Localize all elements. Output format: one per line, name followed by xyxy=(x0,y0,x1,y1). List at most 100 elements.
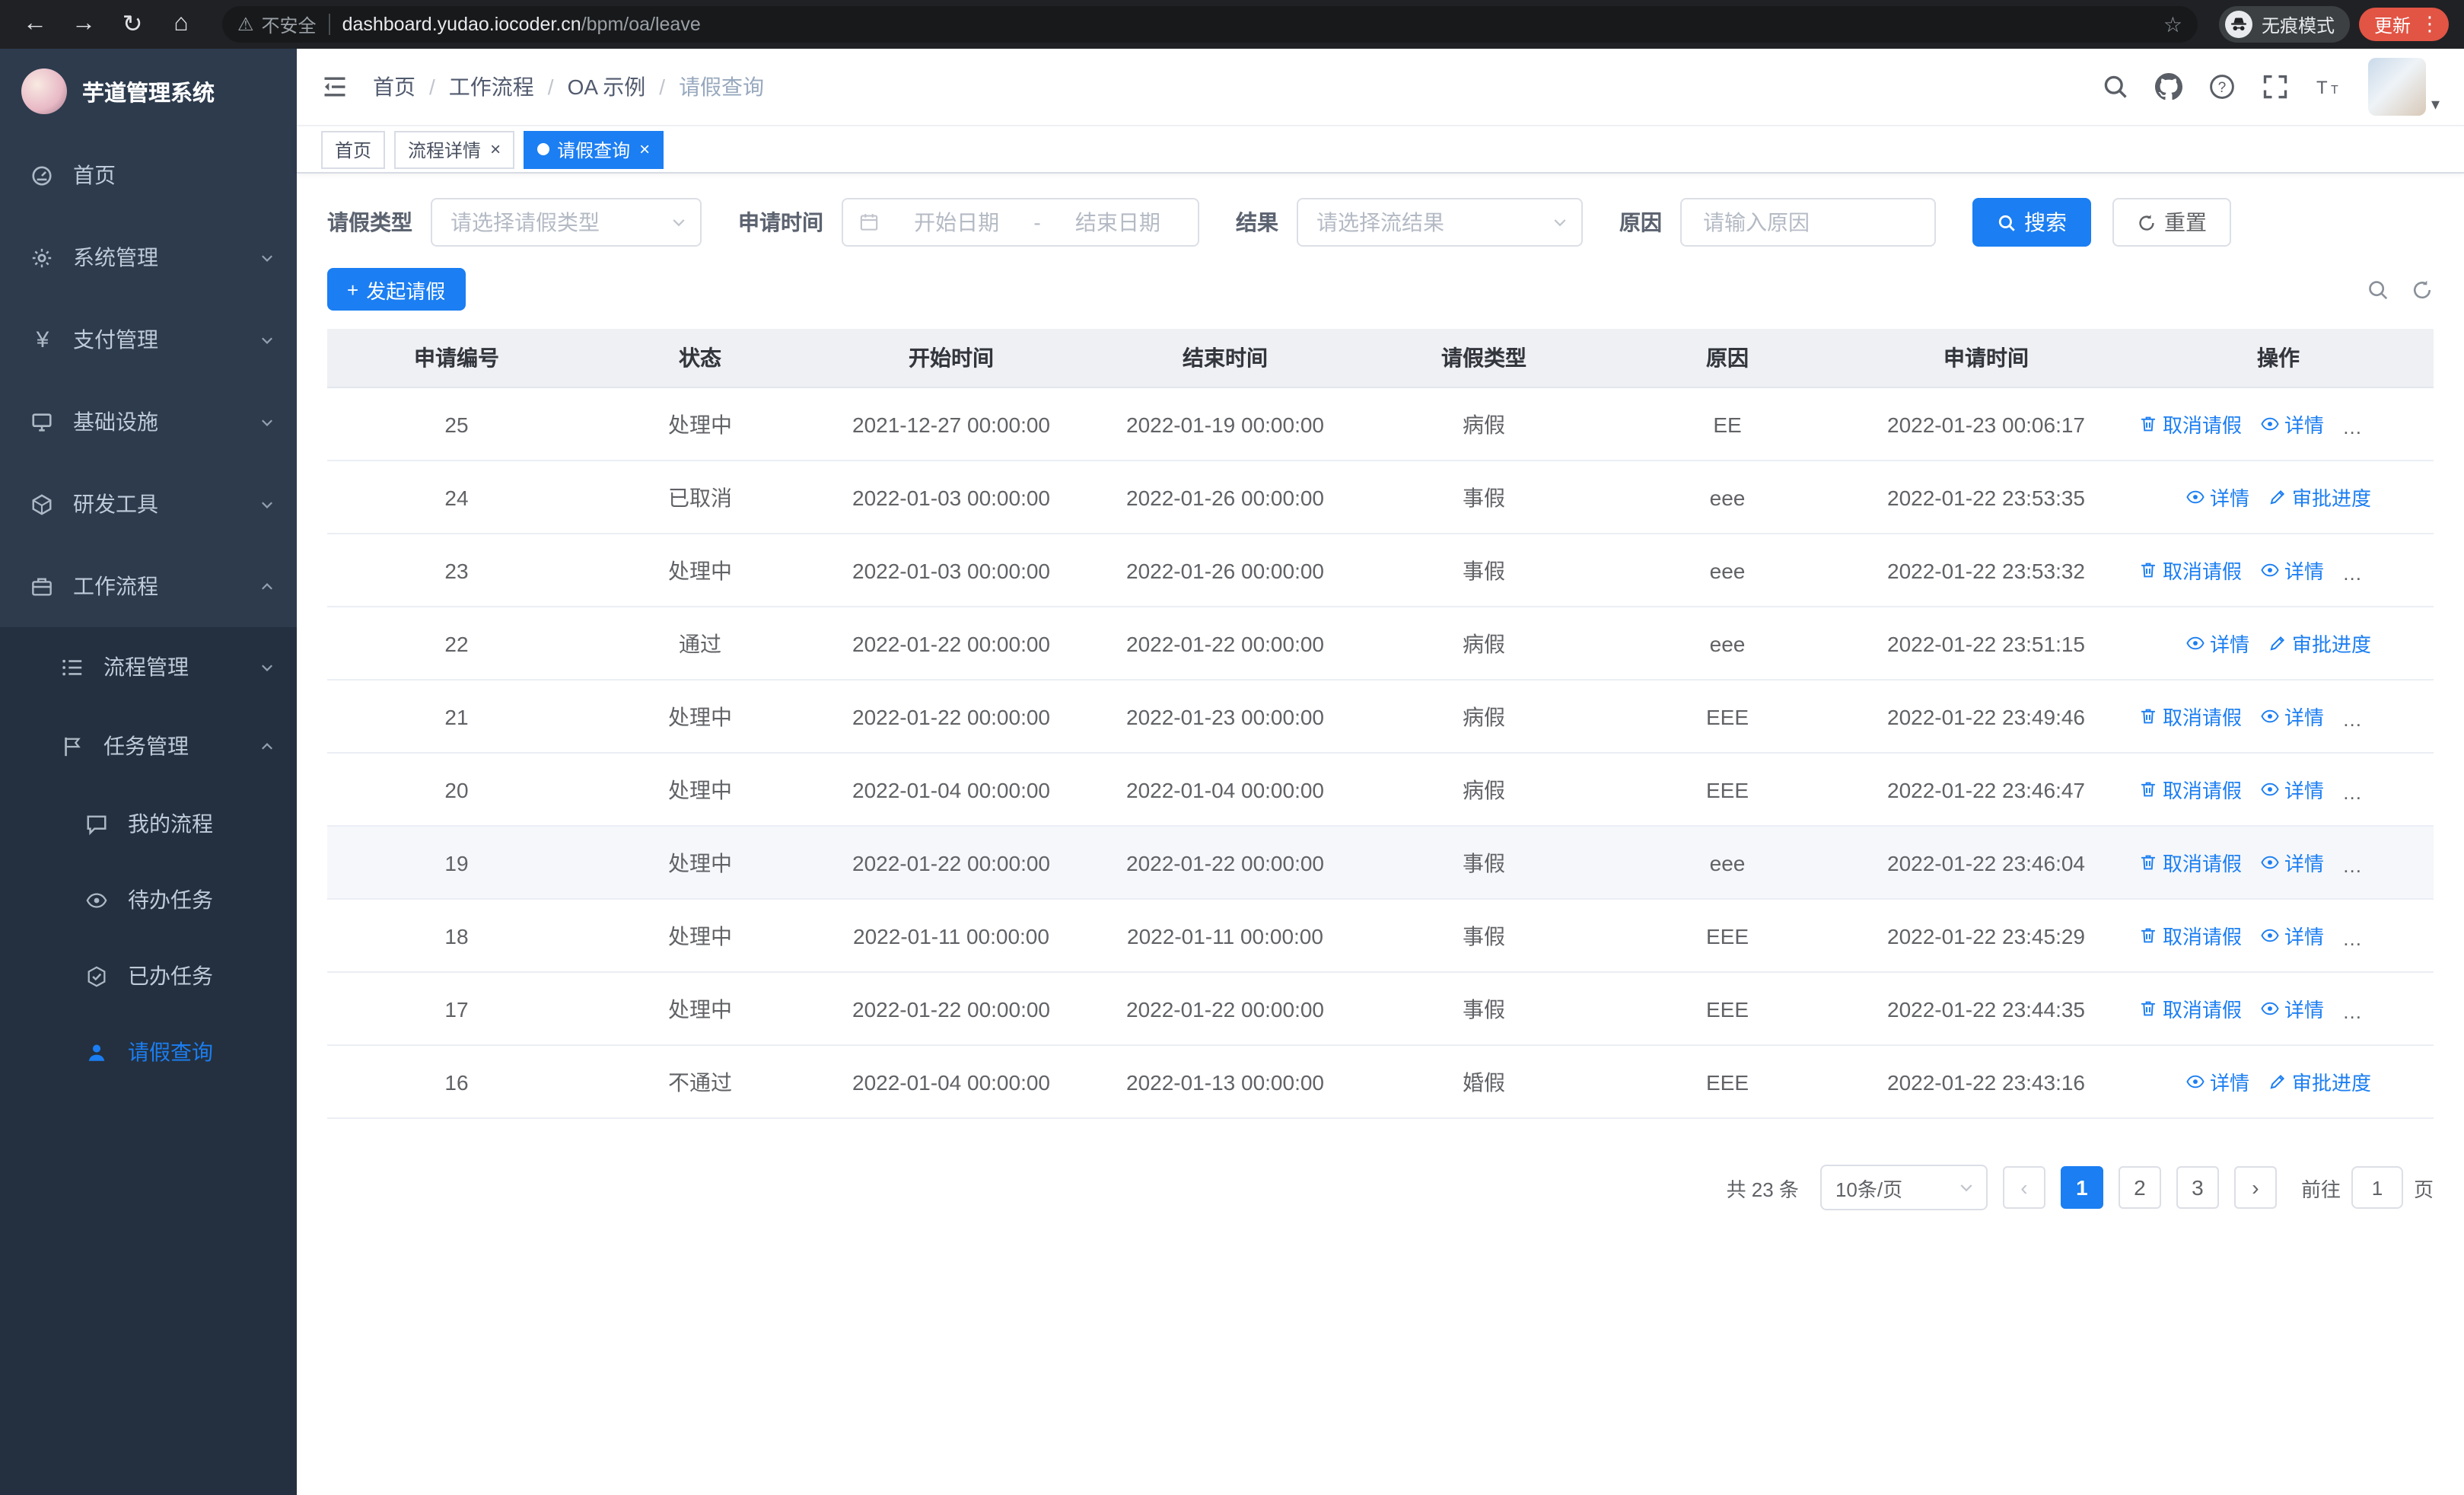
sidebar-item-system[interactable]: 系统管理 xyxy=(0,216,297,298)
sidebar-toggle-icon[interactable] xyxy=(321,73,349,100)
detail-link[interactable]: 详情 xyxy=(2260,848,2324,877)
user-icon xyxy=(85,1041,110,1063)
reason-input-wrap xyxy=(1680,198,1936,247)
result-select[interactable]: 请选择流结果 xyxy=(1297,198,1583,247)
sidebar-item-my-process[interactable]: 我的流程 xyxy=(0,786,297,862)
prev-page-button[interactable]: ‹ xyxy=(2002,1166,2045,1209)
sidebar-item-process-management[interactable]: 流程管理 xyxy=(0,627,297,706)
sidebar-item-dev-tools[interactable]: 研发工具 xyxy=(0,463,297,545)
detail-link[interactable]: 详情 xyxy=(2260,775,2324,804)
detail-link[interactable]: 详情 xyxy=(2185,483,2249,512)
chevron-down-icon xyxy=(1523,213,1569,231)
create-leave-button[interactable]: + 发起请假 xyxy=(327,268,466,311)
close-icon[interactable]: × xyxy=(490,140,501,158)
page-button-2[interactable]: 2 xyxy=(2118,1166,2161,1209)
list-icon xyxy=(61,655,85,678)
check-box-icon xyxy=(85,964,110,987)
user-menu[interactable]: ▾ xyxy=(2368,58,2440,116)
col-reason: 原因 xyxy=(1606,329,1849,388)
cancel-leave-link[interactable]: 取消请假 xyxy=(2138,410,2242,438)
page-content: 请假类型 请选择请假类型 申请时间 开始日期 - 结束日期 结果 请选择流结果 … xyxy=(297,174,2464,1495)
gear-icon xyxy=(30,246,55,269)
help-icon[interactable]: ? xyxy=(2209,73,2236,100)
back-icon[interactable]: ← xyxy=(15,5,55,44)
table-row: 18 处理中 2022-01-11 00:00:00 2022-01-11 00:00… xyxy=(327,899,2434,973)
reload-icon[interactable]: ↻ xyxy=(113,5,152,44)
detail-link[interactable]: 详情 xyxy=(2260,702,2324,731)
active-dot xyxy=(537,143,550,155)
cancel-leave-link[interactable]: 取消请假 xyxy=(2138,702,2242,731)
address-bar[interactable]: ⚠ 不安全 dashboard.yudao.iocoder.cn/bpm/oa/… xyxy=(222,6,2198,43)
sidebar-item-home[interactable]: 首页 xyxy=(0,134,297,216)
approval-progress-link[interactable]: 审批进度 xyxy=(2268,483,2371,512)
sidebar-item-infrastructure[interactable]: 基础设施 xyxy=(0,381,297,463)
chevron-down-icon xyxy=(642,213,688,231)
chevron-down-icon xyxy=(259,658,275,675)
detail-link[interactable]: 详情 xyxy=(2260,921,2324,950)
tab-process-detail[interactable]: 流程详情 × xyxy=(394,130,515,168)
close-icon[interactable]: × xyxy=(639,140,650,158)
detail-link[interactable]: 详情 xyxy=(2260,410,2324,438)
main-area: 首页 / 工作流程 / OA 示例 / 请假查询 ? TT ▾ 首页 流程详情 … xyxy=(297,49,2464,1495)
github-icon[interactable] xyxy=(2155,73,2183,100)
search-button[interactable]: 搜索 xyxy=(1972,198,2091,247)
security-label[interactable]: 不安全 xyxy=(262,11,317,37)
search-toggle-icon[interactable] xyxy=(2367,278,2389,301)
detail-link[interactable]: 详情 xyxy=(2185,629,2249,658)
browser-update-button[interactable]: 更新 ⋮ xyxy=(2358,8,2449,41)
cancel-leave-link[interactable]: 取消请假 xyxy=(2138,921,2242,950)
font-size-icon[interactable]: TT xyxy=(2316,73,2343,100)
leave-type-select[interactable]: 请选择请假类型 xyxy=(431,198,702,247)
breadcrumb: 首页 / 工作流程 / OA 示例 / 请假查询 xyxy=(373,72,764,102)
sidebar-item-task-management[interactable]: 任务管理 xyxy=(0,706,297,786)
date-range-picker[interactable]: 开始日期 - 结束日期 xyxy=(842,198,1199,247)
cancel-leave-link[interactable]: 取消请假 xyxy=(2138,994,2242,1023)
calendar-icon xyxy=(858,212,880,233)
search-icon[interactable] xyxy=(2103,73,2130,100)
breadcrumb-workflow[interactable]: 工作流程 xyxy=(449,72,534,102)
sidebar-item-leave-query[interactable]: 请假查询 xyxy=(0,1014,297,1090)
cancel-leave-link[interactable]: 取消请假 xyxy=(2138,775,2242,804)
approval-progress-link[interactable]: 审批进度 xyxy=(2268,1067,2371,1096)
reason-input[interactable] xyxy=(1700,209,1916,236)
sidebar-item-workflow[interactable]: 工作流程 xyxy=(0,545,297,627)
tabs-bar: 首页 流程详情 × 请假查询 × xyxy=(297,126,2464,174)
forward-icon[interactable]: → xyxy=(64,5,103,44)
leave-type-label: 请假类型 xyxy=(327,210,412,234)
cancel-leave-link[interactable]: 取消请假 xyxy=(2138,848,2242,877)
pagination: 共 23 条 10条/页 ‹ 1 2 3 › 前往 页 xyxy=(327,1165,2434,1210)
cancel-leave-link[interactable]: 取消请假 xyxy=(2138,556,2242,585)
refresh-icon[interactable] xyxy=(2411,278,2434,301)
avatar[interactable] xyxy=(2368,58,2427,116)
col-actions: 操作 xyxy=(2123,329,2434,388)
tab-home[interactable]: 首页 xyxy=(321,130,386,168)
sidebar-item-payment[interactable]: ¥ 支付管理 xyxy=(0,298,297,381)
approval-progress-link[interactable]: 审批进度 xyxy=(2268,629,2371,658)
breadcrumb-oa-example[interactable]: OA 示例 xyxy=(568,72,646,102)
reset-button[interactable]: 重置 xyxy=(2112,198,2231,247)
home-icon[interactable]: ⌂ xyxy=(161,5,201,44)
detail-link[interactable]: 详情 xyxy=(2260,556,2324,585)
page-button-1[interactable]: 1 xyxy=(2060,1166,2103,1209)
detail-link[interactable]: 详情 xyxy=(2185,1067,2249,1096)
app-logo[interactable]: 芋道管理系统 xyxy=(0,49,297,134)
sidebar-item-done-tasks[interactable]: 已办任务 xyxy=(0,938,297,1014)
fullscreen-icon[interactable] xyxy=(2262,73,2290,100)
browser-menu-icon[interactable]: ⋮ xyxy=(2417,12,2443,37)
bookmark-star-icon[interactable]: ☆ xyxy=(2163,11,2182,37)
end-date-placeholder: 结束日期 xyxy=(1074,210,1160,234)
table-tools xyxy=(2367,278,2434,301)
filter-apply-time: 申请时间 开始日期 - 结束日期 xyxy=(738,198,1199,247)
tab-leave-query[interactable]: 请假查询 × xyxy=(524,130,664,168)
url-text: dashboard.yudao.iocoder.cn/bpm/oa/leave xyxy=(342,14,701,35)
next-page-button[interactable]: › xyxy=(2233,1166,2277,1209)
app-title: 芋道管理系统 xyxy=(82,81,215,106)
incognito-label: 无痕模式 xyxy=(2261,14,2335,36)
page-button-3[interactable]: 3 xyxy=(2176,1166,2219,1209)
sidebar-item-todo-tasks[interactable]: 待办任务 xyxy=(0,862,297,938)
toolbox-icon xyxy=(30,492,55,515)
breadcrumb-home[interactable]: 首页 xyxy=(373,72,415,102)
goto-page-input[interactable] xyxy=(2351,1166,2403,1209)
page-size-select[interactable]: 10条/页 xyxy=(1819,1165,1988,1210)
detail-link[interactable]: 详情 xyxy=(2260,994,2324,1023)
